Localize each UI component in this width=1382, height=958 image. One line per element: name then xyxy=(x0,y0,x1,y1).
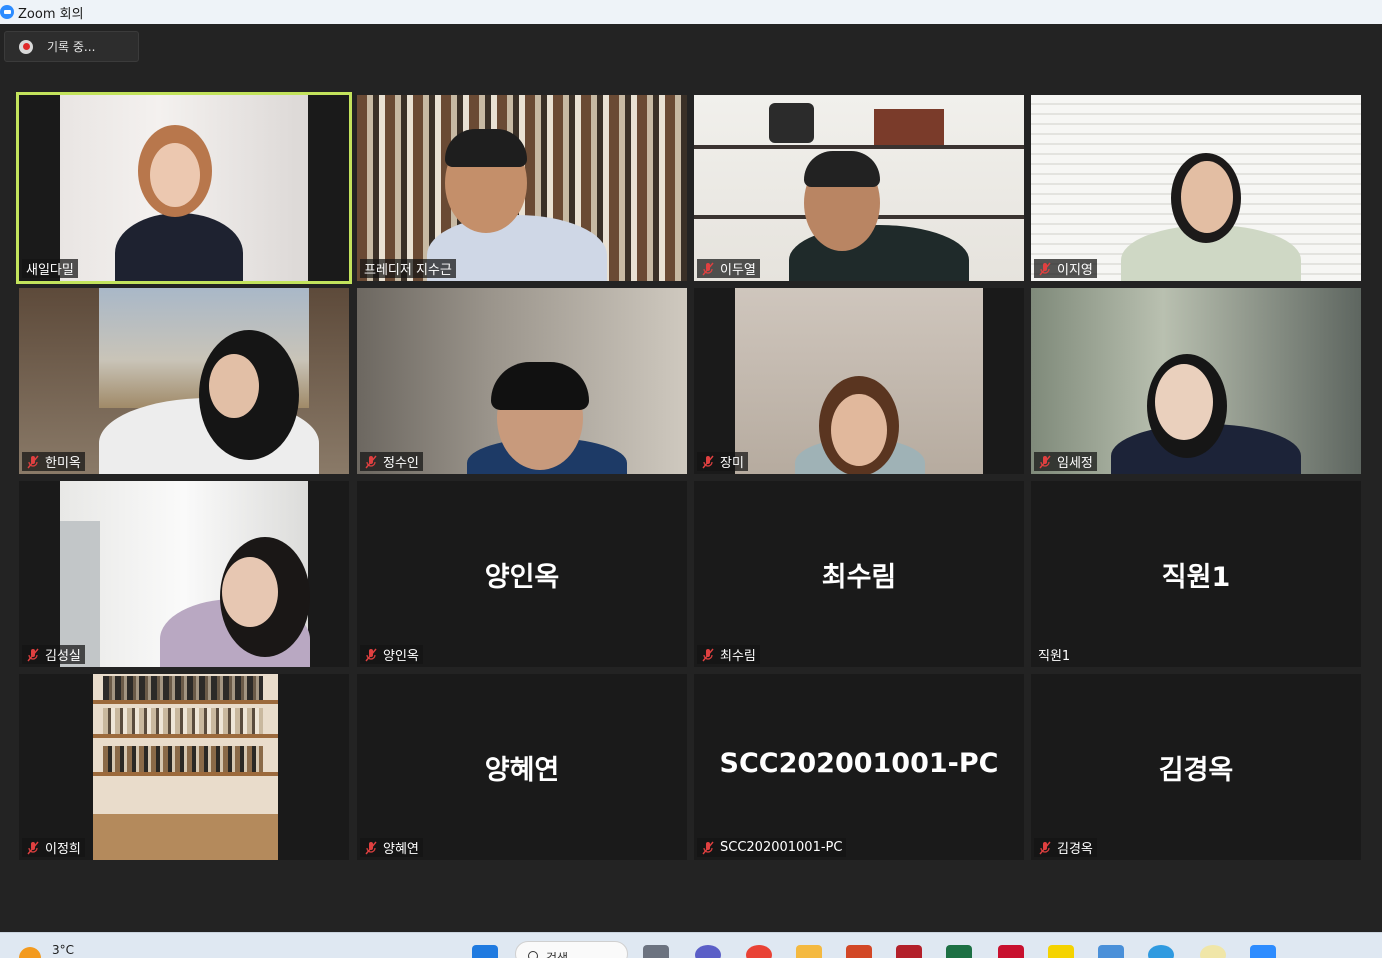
muted-mic-icon xyxy=(365,455,377,468)
participant-name-label: 한미옥 xyxy=(22,452,85,471)
participant-video xyxy=(357,288,687,474)
powerpoint-icon[interactable] xyxy=(846,945,872,958)
participant-video xyxy=(93,674,278,860)
participant-video xyxy=(60,481,310,667)
app-icon[interactable] xyxy=(998,945,1024,958)
taskbar-search[interactable]: 검색 xyxy=(515,941,628,958)
participant-video xyxy=(60,95,308,281)
participant-tile[interactable]: 양인옥 양인옥 xyxy=(357,481,687,667)
muted-mic-icon xyxy=(27,455,39,468)
search-icon xyxy=(528,951,538,958)
participant-tile[interactable]: 김성실 xyxy=(19,481,349,667)
participant-video xyxy=(735,288,983,474)
muted-mic-icon xyxy=(1039,455,1051,468)
participant-name-display: 직원1 xyxy=(1161,562,1231,593)
participant-video xyxy=(357,95,687,281)
recording-indicator[interactable]: 기록 중... xyxy=(4,31,139,62)
muted-mic-icon xyxy=(27,648,39,661)
muted-mic-icon xyxy=(702,262,714,275)
participant-tile[interactable]: 이지영 xyxy=(1031,95,1361,281)
participant-name-display: SCC202001001-PC xyxy=(719,748,999,779)
participant-name-display: 최수림 xyxy=(821,562,897,593)
participant-name-label: 이정희 xyxy=(22,838,85,857)
participant-name-label: 프레디저 지수근 xyxy=(360,259,456,278)
window-title: Zoom 회의 xyxy=(18,6,84,22)
participant-tile[interactable]: 이두열 xyxy=(694,95,1024,281)
participant-video xyxy=(694,95,1024,281)
participant-tile[interactable]: 직원1 직원1 xyxy=(1031,481,1361,667)
weather-sun-icon[interactable] xyxy=(19,947,41,958)
muted-mic-icon xyxy=(1039,262,1051,275)
weather-temperature[interactable]: 3°C xyxy=(52,943,74,957)
participant-tile[interactable]: 장미 xyxy=(694,288,1024,474)
participant-name-label: 정수인 xyxy=(360,452,423,471)
participant-name-label: 양인옥 xyxy=(360,645,423,664)
participant-name-label: 새일다밀 xyxy=(22,259,78,278)
participant-name-label: 이두열 xyxy=(697,259,760,278)
participant-name-label: 장미 xyxy=(697,452,748,471)
participant-name-display: 양인옥 xyxy=(484,562,560,593)
participant-name-label: SCC202001001-PC xyxy=(697,838,847,857)
os-taskbar: 3°C 검색 xyxy=(0,932,1382,958)
teams-icon[interactable] xyxy=(695,945,721,958)
participant-name-label: 김성실 xyxy=(22,645,85,664)
window-titlebar: Zoom 회의 xyxy=(0,0,1382,24)
participant-name-label: 김경옥 xyxy=(1034,838,1097,857)
participant-video xyxy=(1031,95,1361,281)
app-icon[interactable] xyxy=(1200,945,1226,958)
record-icon xyxy=(19,39,33,54)
participant-tile[interactable]: 정수인 xyxy=(357,288,687,474)
muted-mic-icon xyxy=(27,841,39,854)
zoom-taskbar-icon[interactable] xyxy=(1250,945,1276,958)
participant-tile[interactable]: 프레디저 지수근 xyxy=(357,95,687,281)
participant-tile[interactable]: 임세정 xyxy=(1031,288,1361,474)
app-icon[interactable] xyxy=(896,945,922,958)
muted-mic-icon xyxy=(365,648,377,661)
app-icon[interactable] xyxy=(1098,945,1124,958)
participant-name-label: 직원1 xyxy=(1038,649,1071,664)
participant-tile[interactable]: SCC202001001-PC SCC202001001-PC xyxy=(694,674,1024,860)
participant-tile[interactable]: 최수림 최수림 xyxy=(694,481,1024,667)
participant-name-label: 이지영 xyxy=(1034,259,1097,278)
participant-tile[interactable]: 한미옥 xyxy=(19,288,349,474)
participant-tile[interactable]: 이정희 xyxy=(19,674,349,860)
muted-mic-icon xyxy=(702,455,714,468)
browser-icon[interactable] xyxy=(1148,945,1174,958)
participant-tile[interactable]: 양혜연 양혜연 xyxy=(357,674,687,860)
participant-name-display: 양혜연 xyxy=(484,755,560,786)
participant-name-display: 김경옥 xyxy=(1158,755,1234,786)
muted-mic-icon xyxy=(365,841,377,854)
kakaotalk-icon[interactable] xyxy=(1048,945,1074,958)
excel-icon[interactable] xyxy=(946,945,972,958)
search-label: 검색 xyxy=(546,951,569,958)
task-view-icon[interactable] xyxy=(643,945,669,958)
participant-name-label: 임세정 xyxy=(1034,452,1097,471)
participant-name-label: 최수림 xyxy=(697,645,760,664)
muted-mic-icon xyxy=(702,648,714,661)
zoom-logo-icon xyxy=(0,5,14,19)
participant-tile[interactable]: 김경옥 김경옥 xyxy=(1031,674,1361,860)
participant-video xyxy=(19,288,349,474)
recording-label: 기록 중... xyxy=(47,40,96,54)
participant-video xyxy=(1031,288,1361,474)
chrome-icon[interactable] xyxy=(746,945,772,958)
participant-name-label: 양혜연 xyxy=(360,838,423,857)
participant-tile[interactable]: 새일다밀 xyxy=(16,92,352,284)
start-icon[interactable] xyxy=(472,945,498,958)
muted-mic-icon xyxy=(702,841,714,854)
muted-mic-icon xyxy=(1039,841,1051,854)
file-explorer-icon[interactable] xyxy=(796,945,822,958)
